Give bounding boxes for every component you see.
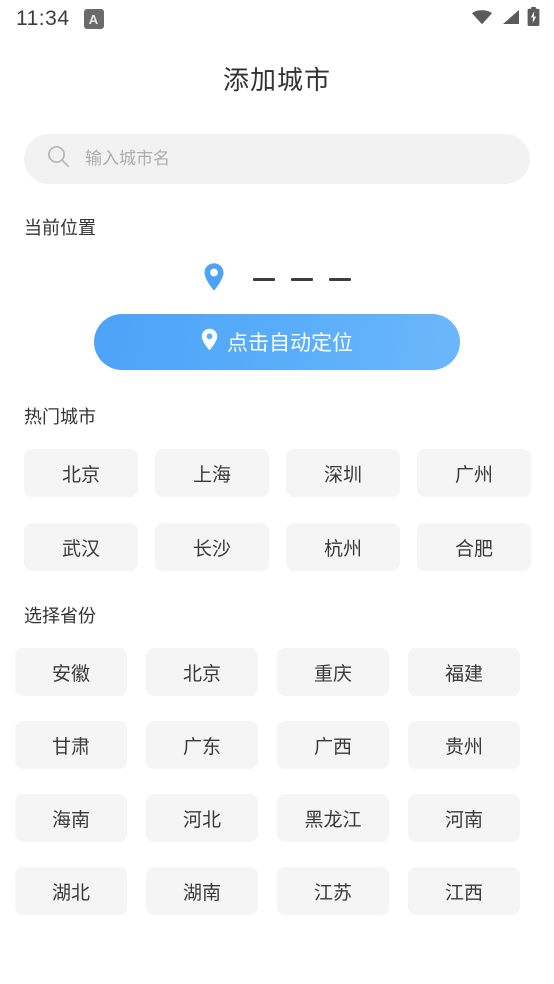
auto-locate-button-label: 点击自动定位 (227, 332, 353, 355)
hot-city-chip[interactable]: 杭州 (286, 523, 400, 571)
status-bar-time: 11:34 (16, 7, 70, 30)
current-location-row (0, 262, 554, 297)
hot-cities-grid: 北京 上海 深圳 广州 武汉 长沙 杭州 合肥 (0, 449, 554, 571)
current-location-value (253, 278, 351, 281)
hot-city-chip[interactable]: 武汉 (24, 523, 138, 571)
app-notification-badge-icon: A (83, 9, 104, 29)
province-chip[interactable]: 江苏 (277, 867, 389, 915)
province-chip[interactable]: 安徽 (15, 648, 127, 696)
province-chip[interactable]: 黑龙江 (277, 794, 389, 842)
locate-button-container: 点击自动定位 (0, 314, 554, 370)
province-chip[interactable]: 湖北 (15, 867, 127, 915)
provinces-section-title: 选择省份 (24, 606, 96, 626)
search-bar-container (0, 134, 554, 184)
search-bar[interactable] (24, 134, 530, 184)
province-chip[interactable]: 江西 (408, 867, 520, 915)
auto-locate-button[interactable]: 点击自动定位 (94, 314, 460, 370)
search-input[interactable] (85, 149, 508, 169)
province-chip[interactable]: 广西 (277, 721, 389, 769)
province-chip[interactable]: 海南 (15, 794, 127, 842)
province-chip[interactable]: 河南 (408, 794, 520, 842)
add-city-screen: 11:34 A 添加城市 输入城市名 当前位置 点击自动定位 热门城市 北京 上… (0, 0, 554, 984)
status-bar: 11:34 A (0, 0, 554, 38)
province-chip[interactable]: 广东 (146, 721, 258, 769)
province-chip[interactable]: 湖南 (146, 867, 258, 915)
hot-city-chip[interactable]: 上海 (155, 449, 269, 497)
hot-cities-section-title: 热门城市 (24, 407, 96, 427)
location-pin-icon (201, 328, 218, 357)
hot-city-chip[interactable]: 合肥 (417, 523, 531, 571)
status-bar-indicators (471, 7, 540, 31)
page-title: 添加城市 (222, 65, 331, 95)
wifi-icon (471, 9, 493, 30)
search-icon (46, 144, 71, 174)
battery-charging-icon (527, 7, 540, 31)
hot-city-chip[interactable]: 深圳 (286, 449, 400, 497)
cellular-signal-icon (500, 9, 520, 30)
province-chip[interactable]: 贵州 (408, 721, 520, 769)
current-location-section-title: 当前位置 (24, 218, 96, 238)
province-chip[interactable]: 福建 (408, 648, 520, 696)
hot-city-chip[interactable]: 长沙 (155, 523, 269, 571)
location-pin-icon (203, 262, 225, 297)
hot-city-chip[interactable]: 北京 (24, 449, 138, 497)
province-chip[interactable]: 甘肃 (15, 721, 127, 769)
province-chip[interactable]: 重庆 (277, 648, 389, 696)
provinces-grid: 安徽 北京 重庆 福建 甘肃 广东 广西 贵州 海南 河北 黑龙江 河南 湖北 … (0, 648, 554, 915)
province-chip[interactable]: 河北 (146, 794, 258, 842)
hot-city-chip[interactable]: 广州 (417, 449, 531, 497)
province-chip[interactable]: 北京 (146, 648, 258, 696)
